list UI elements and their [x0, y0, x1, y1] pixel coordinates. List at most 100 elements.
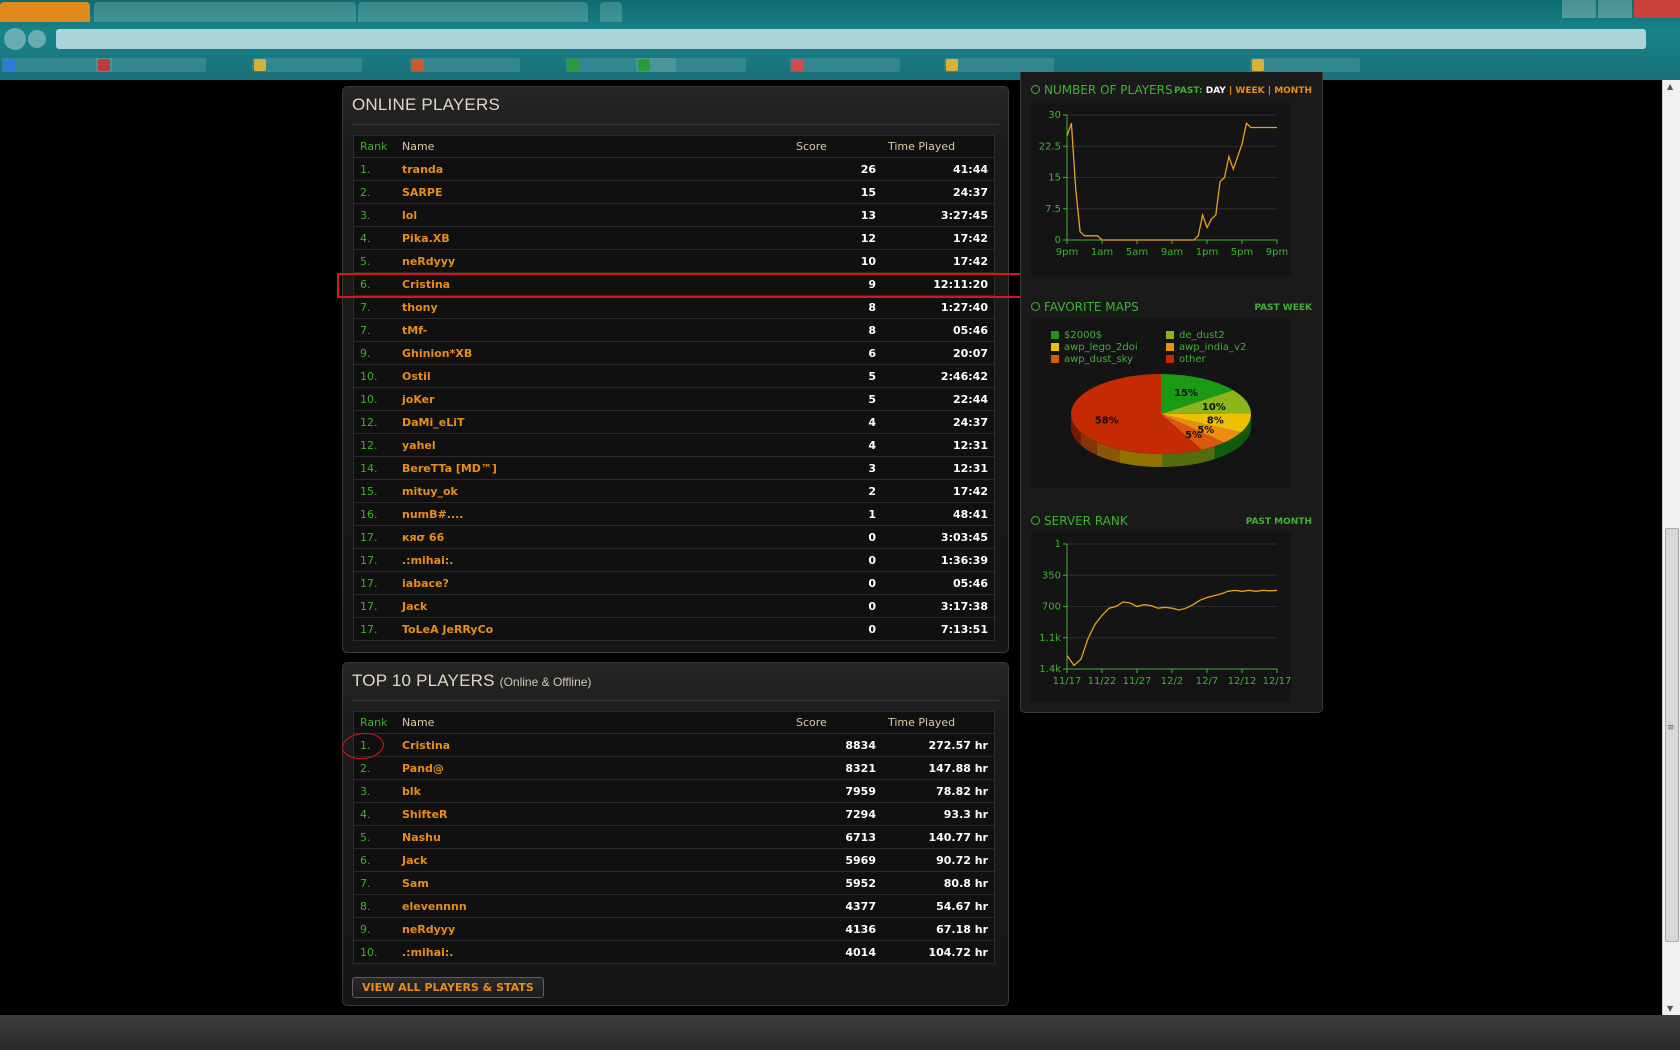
table-row[interactable]: 9. neRdyyy 4136 67.18 hr: [353, 917, 995, 941]
score-cell: 4: [790, 410, 882, 434]
bookmark-item[interactable]: [790, 58, 900, 72]
favorite-maps-title: FAVORITE MAPS: [1031, 300, 1139, 314]
table-row[interactable]: 12. DaMi_eLiT 4 24:37: [353, 410, 995, 434]
player-name-link[interactable]: кяσ 66: [396, 525, 790, 549]
player-name-link[interactable]: Sam: [396, 871, 790, 895]
column-header-name[interactable]: Name: [396, 135, 790, 158]
column-header-score[interactable]: Score: [790, 135, 882, 158]
table-row[interactable]: 17. кяσ 66 0 3:03:45: [353, 525, 995, 549]
player-name-link[interactable]: .:mihai:.: [396, 940, 790, 964]
close-window-button[interactable]: [1634, 0, 1680, 18]
period-week-link[interactable]: WEEK: [1235, 86, 1264, 96]
table-row[interactable]: 3. lol 13 3:27:45: [353, 203, 995, 227]
scroll-up-icon[interactable]: ▲: [1667, 82, 1673, 91]
player-name-link[interactable]: mituy_ok: [396, 479, 790, 503]
scrollbar-thumb[interactable]: [1665, 528, 1679, 942]
table-row[interactable]: 7. Sam 5952 80.8 hr: [353, 871, 995, 895]
table-row[interactable]: 17. iabace? 0 05:46: [353, 571, 995, 595]
table-row[interactable]: 8. elevennnn 4377 54.67 hr: [353, 894, 995, 918]
player-name-link[interactable]: thony: [396, 295, 790, 319]
browser-tab-active[interactable]: [0, 2, 90, 22]
table-row[interactable]: 2. SARPE 15 24:37: [353, 180, 995, 204]
number-of-players-chart: 30 22.5 15 7.5 0 9pm 1am 5am 9am 1pm 5pm 9pm: [1031, 103, 1291, 277]
player-name-link[interactable]: yahel: [396, 433, 790, 457]
maximize-button[interactable]: [1598, 0, 1632, 18]
player-name-link[interactable]: neRdyyy: [396, 249, 790, 273]
table-row[interactable]: 10. .:mihai:. 4014 104.72 hr: [353, 940, 995, 964]
table-row[interactable]: 4. Pika.XB 12 17:42: [353, 226, 995, 250]
player-name-link[interactable]: Nashu: [396, 825, 790, 849]
player-name-link[interactable]: neRdyyy: [396, 917, 790, 941]
table-row[interactable]: 1. tranda 26 41:44: [353, 157, 995, 181]
minimize-button[interactable]: [1562, 0, 1596, 18]
table-row[interactable]: 9. Ghinion*XB 6 20:07: [353, 341, 995, 365]
player-name-link[interactable]: ShifteR: [396, 802, 790, 826]
player-name-link[interactable]: BereTTa [MD™]: [396, 456, 790, 480]
view-all-players-button[interactable]: VIEW ALL PLAYERS & STATS: [352, 977, 544, 998]
table-row[interactable]: 10. joKer 5 22:44: [353, 387, 995, 411]
table-row[interactable]: 1. Cristina 8834 272.57 hr: [353, 733, 995, 757]
table-row[interactable]: 3. blk 7959 78.82 hr: [353, 779, 995, 803]
player-name-link[interactable]: DaMi_eLiT: [396, 410, 790, 434]
column-header-rank[interactable]: Rank: [353, 711, 396, 734]
column-header-time[interactable]: Time Played: [882, 135, 995, 158]
bookmark-item[interactable]: [252, 58, 362, 72]
period-month-link[interactable]: MONTH: [1274, 86, 1312, 96]
player-name-link[interactable]: blk: [396, 779, 790, 803]
time-played-cell: 12:31: [882, 433, 995, 457]
table-row[interactable]: 4. ShifteR 7294 93.3 hr: [353, 802, 995, 826]
scroll-down-icon[interactable]: ▼: [1667, 1004, 1673, 1013]
player-name-link[interactable]: Ghinion*XB: [396, 341, 790, 365]
rank-cell: 14.: [353, 456, 396, 480]
table-row[interactable]: 17. Jack 0 3:17:38: [353, 594, 995, 618]
table-row[interactable]: 12. yahel 4 12:31: [353, 433, 995, 457]
player-name-link[interactable]: .:mihai:.: [396, 548, 790, 572]
url-input[interactable]: [56, 29, 1646, 49]
table-row[interactable]: 5. Nashu 6713 140.77 hr: [353, 825, 995, 849]
player-name-link[interactable]: tMf-: [396, 318, 790, 342]
player-name-link[interactable]: Jack: [396, 848, 790, 872]
player-name-link[interactable]: Jack: [396, 594, 790, 618]
column-header-time[interactable]: Time Played: [882, 711, 995, 734]
player-name-link[interactable]: Ostil: [396, 364, 790, 388]
table-row[interactable]: 7. thony 8 1:27:40: [353, 295, 995, 319]
table-row[interactable]: 6. Jack 5969 90.72 hr: [353, 848, 995, 872]
table-row[interactable]: 15. mituy_ok 2 17:42: [353, 479, 995, 503]
table-row[interactable]: 5. neRdyyy 10 17:42: [353, 249, 995, 273]
forward-button[interactable]: [28, 30, 46, 48]
column-header-score[interactable]: Score: [790, 711, 882, 734]
browser-tab[interactable]: [358, 2, 588, 22]
bookmark-item[interactable]: [1250, 58, 1360, 72]
player-name-link[interactable]: ToLeA JeRRyCo: [396, 617, 790, 641]
bookmark-item[interactable]: [410, 58, 520, 72]
player-name-link[interactable]: SARPE: [396, 180, 790, 204]
table-row[interactable]: 7. tMf- 8 05:46: [353, 318, 995, 342]
player-name-link[interactable]: iabace?: [396, 571, 790, 595]
player-name-link[interactable]: Cristina: [396, 733, 790, 757]
table-row[interactable]: 14. BereTTa [MD™] 3 12:31: [353, 456, 995, 480]
player-name-link[interactable]: tranda: [396, 157, 790, 181]
player-name-link[interactable]: Pand@: [396, 756, 790, 780]
table-row[interactable]: 17. ToLeA JeRRyCo 0 7:13:51: [353, 617, 995, 641]
table-row[interactable]: 16. numB#.... 1 48:41: [353, 502, 995, 526]
player-name-link[interactable]: Pika.XB: [396, 226, 790, 250]
table-row[interactable]: 2. Pand@ 8321 147.88 hr: [353, 756, 995, 780]
back-button[interactable]: [4, 28, 26, 50]
table-row[interactable]: 10. Ostil 5 2:46:42: [353, 364, 995, 388]
player-name-link[interactable]: joKer: [396, 387, 790, 411]
column-header-name[interactable]: Name: [396, 711, 790, 734]
y-tick-label: 350: [1042, 570, 1061, 581]
vertical-scrollbar[interactable]: ▲ ≡ ▼: [1662, 80, 1680, 1015]
top-players-rows: 1. Cristina 8834 272.57 hr 2. Pand@ 8321 147.88…: [353, 733, 995, 964]
period-day-link[interactable]: DAY: [1206, 86, 1226, 96]
table-row[interactable]: 17. .:mihai:. 0 1:36:39: [353, 548, 995, 572]
column-header-rank[interactable]: Rank: [353, 135, 396, 158]
browser-tab[interactable]: [94, 2, 356, 22]
player-name-link[interactable]: elevennnn: [396, 894, 790, 918]
player-name-link[interactable]: numB#....: [396, 502, 790, 526]
bookmark-item[interactable]: [636, 58, 746, 72]
bookmark-item[interactable]: [944, 58, 1054, 72]
bookmark-item[interactable]: [96, 58, 206, 72]
new-tab-button[interactable]: [600, 2, 622, 22]
player-name-link[interactable]: lol: [396, 203, 790, 227]
